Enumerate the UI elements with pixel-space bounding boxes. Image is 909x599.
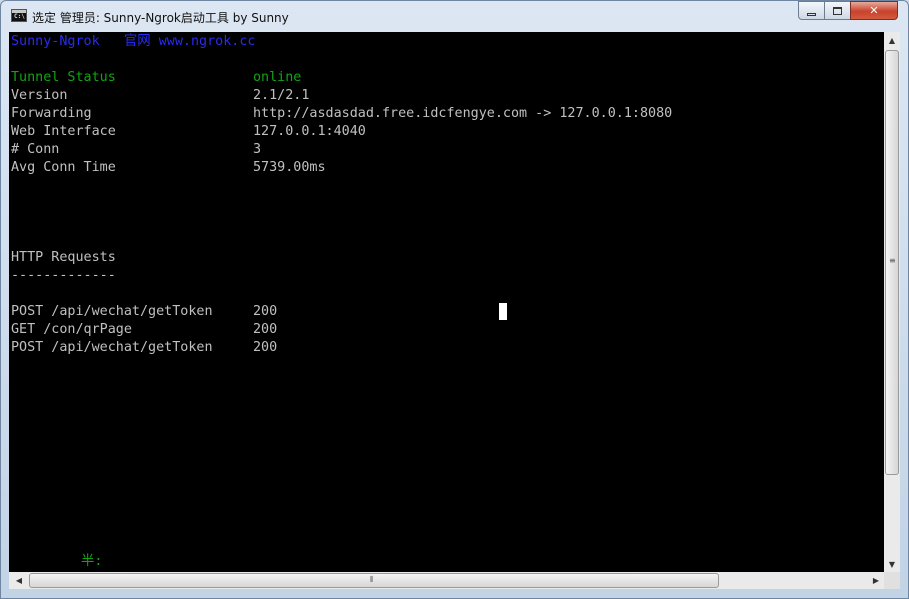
status-key: Web Interface bbox=[11, 124, 116, 139]
status-row: Web Interface 127.0.0.1:4040 bbox=[11, 123, 366, 141]
status-key: Avg Conn Time bbox=[11, 160, 116, 175]
status-value: 127.0.0.1:4040 bbox=[253, 124, 366, 139]
minimize-button[interactable] bbox=[798, 1, 825, 20]
console-icon[interactable]: C:\ bbox=[11, 9, 27, 22]
request-text: GET /con/qrPage bbox=[11, 322, 132, 337]
scroll-up-button[interactable]: ▲ bbox=[884, 32, 900, 48]
site-label: 官网 bbox=[123, 34, 151, 49]
status-row: Version 2.1/2.1 bbox=[11, 87, 309, 105]
request-status: 200 bbox=[253, 340, 278, 355]
close-button[interactable]: ✕ bbox=[850, 1, 898, 20]
status-value: http://asdasdad.free.idcfengye.com -> 12… bbox=[253, 106, 673, 121]
horizontal-scroll-thumb[interactable]: ⦀ bbox=[29, 573, 719, 588]
text-cursor bbox=[499, 303, 507, 320]
scroll-right-button[interactable]: ▶ bbox=[868, 572, 884, 588]
horizontal-scrollbar[interactable]: ◀ ⦀ ▶ bbox=[9, 572, 884, 589]
status-row: Tunnel Status online bbox=[11, 69, 301, 87]
request-status: 200 bbox=[253, 322, 278, 337]
status-value: 2.1/2.1 bbox=[253, 88, 310, 103]
request-row: GET /con/qrPage 200 bbox=[11, 321, 277, 339]
status-key: # Conn bbox=[11, 142, 60, 157]
console-icon-text: C:\ bbox=[14, 13, 25, 20]
brand-text: Sunny-Ngrok bbox=[11, 34, 100, 49]
maximize-icon bbox=[833, 6, 842, 15]
requests-rule: ------------- bbox=[11, 268, 116, 283]
request-text: POST /api/wechat/getToken bbox=[11, 304, 213, 319]
request-row: POST /api/wechat/getToken 200 bbox=[11, 303, 277, 321]
status-key: Forwarding bbox=[11, 106, 92, 121]
size-grip[interactable] bbox=[884, 572, 900, 589]
minimize-icon bbox=[807, 12, 816, 16]
request-status: 200 bbox=[253, 304, 278, 319]
status-value: 5739.00ms bbox=[253, 160, 326, 175]
arrow-left-icon: ◀ bbox=[15, 575, 23, 585]
arrow-right-icon: ▶ bbox=[872, 575, 880, 585]
scroll-left-button[interactable]: ◀ bbox=[11, 572, 27, 588]
status-row: # Conn 3 bbox=[11, 141, 261, 159]
ime-indicator: 半: bbox=[81, 554, 103, 569]
console-window: C:\ 选定 管理员: Sunny-Ngrok启动工具 by Sunny ✕ S… bbox=[0, 0, 909, 599]
grip-icon: ⦀ bbox=[370, 575, 374, 584]
console-output[interactable]: Sunny-Ngrok 官网 www.ngrok.cc Tunnel Statu… bbox=[9, 32, 884, 572]
maximize-button[interactable] bbox=[824, 1, 851, 20]
title-bar[interactable]: C:\ 选定 管理员: Sunny-Ngrok启动工具 by Sunny ✕ bbox=[1, 1, 908, 31]
status-value: online bbox=[253, 70, 302, 85]
status-row: Forwarding http://asdasdad.free.idcfengye… bbox=[11, 105, 672, 123]
vertical-scrollbar[interactable]: ▲ ≡ ▼ bbox=[884, 32, 900, 572]
header-line: Sunny-Ngrok 官网 www.ngrok.cc bbox=[11, 33, 255, 51]
requests-title: HTTP Requests bbox=[11, 250, 116, 265]
status-key: Tunnel Status bbox=[11, 70, 116, 85]
window-title: 选定 管理员: Sunny-Ngrok启动工具 by Sunny bbox=[32, 11, 289, 25]
scroll-down-button[interactable]: ▼ bbox=[884, 556, 900, 572]
site-url: www.ngrok.cc bbox=[158, 34, 256, 49]
close-icon: ✕ bbox=[869, 4, 879, 17]
vertical-scroll-thumb[interactable]: ≡ bbox=[885, 50, 899, 475]
status-key: Version bbox=[11, 88, 68, 103]
request-text: POST /api/wechat/getToken bbox=[11, 340, 213, 355]
status-value: 3 bbox=[253, 142, 262, 157]
arrow-up-icon: ▲ bbox=[888, 35, 896, 45]
request-row: POST /api/wechat/getToken 200 bbox=[11, 339, 277, 357]
grip-icon: ≡ bbox=[889, 256, 896, 265]
status-row: Avg Conn Time 5739.00ms bbox=[11, 159, 326, 177]
arrow-down-icon: ▼ bbox=[888, 559, 896, 569]
